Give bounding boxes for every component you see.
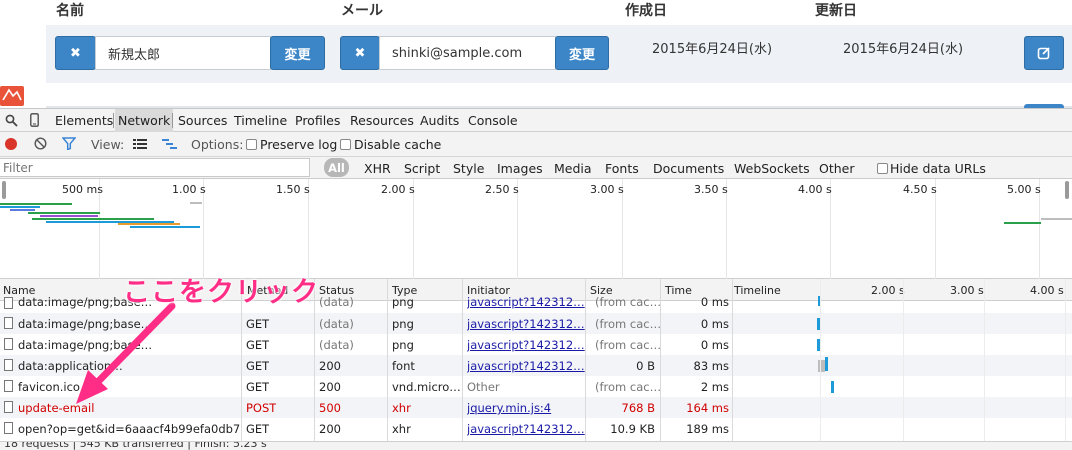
filter-icon[interactable] — [61, 137, 77, 153]
filter-type-script[interactable]: Script — [404, 161, 440, 176]
hide-data-urls-label: Hide data URLs — [890, 161, 986, 176]
preserve-log-label: Preserve log — [260, 137, 338, 152]
close-icon: ✖ — [70, 45, 81, 61]
edit-icon — [1037, 47, 1050, 60]
status-bar: 18 requests | 545 KB transferred | Finis… — [0, 441, 1072, 450]
hide-data-urls-checkbox[interactable] — [877, 163, 888, 174]
filter-type-all[interactable]: All — [324, 158, 349, 177]
change-email-button[interactable]: 変更 — [555, 36, 609, 70]
filter-input[interactable] — [0, 158, 310, 177]
edit-button[interactable] — [1024, 36, 1064, 70]
filter-type-xhr[interactable]: XHR — [364, 161, 391, 176]
close-icon: ✖ — [354, 45, 366, 61]
tab-sources[interactable]: Sources — [178, 113, 227, 128]
delete-name-button[interactable]: ✖ — [55, 36, 96, 70]
app-logo-icon — [0, 86, 24, 106]
filter-type-websockets[interactable]: WebSockets — [734, 161, 810, 176]
devtools-tabbar: Elements Network Sources Timeline Profil… — [0, 108, 1072, 132]
overview-tick: 5.00 s — [1007, 183, 1041, 196]
timeline-bar — [831, 381, 834, 393]
network-toolbar: View: Options: Preserve log Disable cach… — [0, 132, 1072, 157]
web-page: 名前 メール 作成日 更新日 ✖ 新規太郎 変更 ✖ shinki@sample… — [0, 0, 1072, 108]
overview-bar — [130, 226, 200, 228]
overview-tick: 4.50 s — [903, 183, 937, 196]
overview-icon[interactable] — [162, 138, 177, 153]
overview-bar — [0, 206, 40, 208]
network-overview[interactable]: 500 ms 1.00 s 1.50 s 2.00 s 2.50 s 3.00 … — [0, 179, 1072, 279]
tab-elements[interactable]: Elements — [55, 113, 113, 128]
filter-type-media[interactable]: Media — [554, 161, 592, 176]
overview-left-handle[interactable] — [2, 181, 6, 199]
name-input[interactable]: 新規太郎 — [95, 36, 271, 70]
delete-email-button[interactable]: ✖ — [340, 36, 380, 70]
tab-network[interactable]: Network — [115, 109, 174, 132]
table-row[interactable]: data:application… GET 200 font javascrip… — [0, 355, 1072, 376]
column-header-email: メール — [341, 3, 383, 19]
overview-bar — [40, 215, 98, 217]
filter-type-documents[interactable]: Documents — [653, 161, 724, 176]
overview-tick: 1.00 s — [172, 183, 206, 196]
filter-type-style[interactable]: Style — [453, 161, 484, 176]
disable-cache-checkbox[interactable] — [340, 139, 351, 150]
overview-tick: 1.50 s — [276, 183, 310, 196]
timeline-bar — [825, 357, 828, 371]
view-label: View: — [91, 137, 125, 152]
annotation-text: ここをクリック — [123, 277, 319, 308]
overview-tick: 500 ms — [62, 183, 103, 196]
column-header-created: 作成日 — [625, 3, 667, 19]
overview-tick: 3.00 s — [590, 183, 624, 196]
table-row[interactable]: data:image/png;base… GET (data) png java… — [0, 313, 1072, 334]
tab-timeline[interactable]: Timeline — [234, 113, 287, 128]
overview-tick: 4.00 s — [798, 183, 832, 196]
filter-type-images[interactable]: Images — [497, 161, 543, 176]
change-name-button[interactable]: 変更 — [270, 36, 325, 70]
filter-type-fonts[interactable]: Fonts — [605, 161, 639, 176]
file-icon — [4, 401, 13, 413]
image-file-icon — [4, 297, 13, 309]
column-header-name: 名前 — [56, 3, 84, 19]
tab-audits[interactable]: Audits — [420, 113, 459, 128]
image-file-icon — [4, 338, 13, 350]
tab-profiles[interactable]: Profiles — [295, 113, 340, 128]
created-date: 2015年6月24日(水) — [652, 42, 773, 57]
overview-tick: 3.50 s — [694, 183, 728, 196]
overview-tick: 2.00 s — [381, 183, 415, 196]
table-row[interactable]: open?op=get&id=6aaacf4b99efa0db7… GET 20… — [0, 418, 1072, 439]
options-label: Options: — [191, 137, 244, 152]
device-mode-icon[interactable] — [30, 113, 39, 130]
overview-bar — [28, 212, 100, 214]
file-icon — [4, 359, 13, 371]
overview-tick: 2.50 s — [485, 183, 519, 196]
overview-bar — [1004, 222, 1041, 224]
overview-right-handle[interactable] — [1065, 181, 1069, 199]
large-rows-icon[interactable] — [133, 138, 147, 153]
column-header-updated: 更新日 — [815, 3, 857, 19]
filter-type-other[interactable]: Other — [819, 161, 855, 176]
tab-console[interactable]: Console — [468, 113, 518, 128]
table-row[interactable]: data:image/png;base… GET (data) png java… — [0, 334, 1072, 355]
overview-bar — [10, 209, 35, 211]
overview-bar — [0, 203, 72, 205]
file-icon — [4, 380, 13, 392]
email-input[interactable]: shinki@sample.com — [379, 36, 556, 70]
overview-bar — [32, 218, 154, 220]
record-icon[interactable] — [5, 138, 17, 150]
overview-bar — [1041, 218, 1072, 220]
overview-bar — [190, 202, 202, 204]
image-file-icon — [4, 317, 13, 329]
table-row[interactable]: favicon.ico GET 200 vnd.micro… Other (fr… — [0, 376, 1072, 397]
filter-bar: All XHR Script Style Images Media Fonts … — [0, 157, 1072, 179]
overview-bar — [118, 223, 180, 225]
updated-date: 2015年6月24日(水) — [843, 42, 964, 57]
table-row[interactable]: update-email POST 500 xhr jquery.min.js:… — [0, 397, 1072, 418]
preserve-log-checkbox[interactable] — [246, 139, 257, 150]
inspect-icon[interactable] — [5, 114, 18, 130]
disable-cache-label: Disable cache — [354, 137, 442, 152]
file-icon — [4, 422, 13, 434]
tab-resources[interactable]: Resources — [350, 113, 414, 128]
clear-icon[interactable] — [34, 137, 47, 153]
